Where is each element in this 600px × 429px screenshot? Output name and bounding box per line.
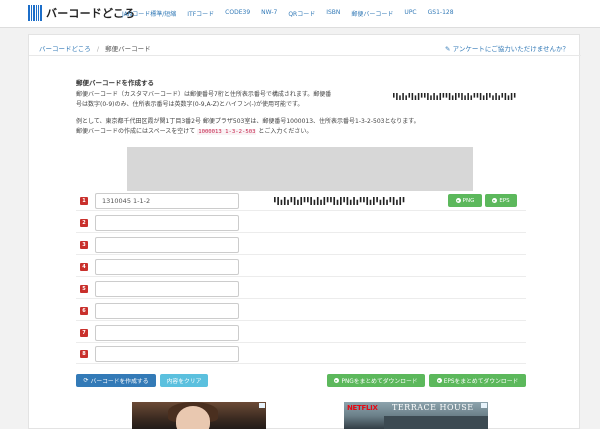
barcode-row-3: 3	[76, 237, 526, 255]
example-line-2: 郵便バーコードの作成にはスペースを空けて 1000013 1-3-2-503 と…	[76, 127, 476, 138]
section-title: 郵便バーコードを作成する	[76, 79, 154, 87]
barcode-row-8: 8	[76, 346, 526, 364]
adchoices-icon[interactable]	[259, 403, 265, 408]
row-number-badge: 6	[80, 307, 88, 315]
divider	[29, 55, 581, 56]
png-bulk-label: PNGをまとめてダウンロード	[341, 379, 418, 385]
row-number-badge: 8	[80, 350, 88, 358]
ad-banner-right[interactable]: NETFLIX TERRACE HOUSE	[344, 402, 488, 429]
nav-gs1[interactable]: GS1-128	[428, 9, 454, 18]
ad-placeholder	[127, 147, 473, 191]
nav-code39[interactable]: CODE39	[225, 9, 250, 18]
barcode-input-8[interactable]	[95, 346, 239, 362]
barcode-row-7: 7	[76, 325, 526, 343]
row-number-badge: 4	[80, 263, 88, 271]
barcode-row-5: 5	[76, 281, 526, 299]
example-line-2-pre: 郵便バーコードの作成にはスペースを空けて	[76, 127, 196, 135]
adchoices-icon[interactable]	[481, 403, 487, 408]
refresh-icon: ⟳	[83, 376, 89, 384]
ad-brand: NETFLIX	[347, 404, 378, 412]
nav-nw7[interactable]: NW-7	[261, 9, 277, 18]
clear-button[interactable]: 内容をクリア	[160, 374, 208, 387]
barcode-input-3[interactable]	[95, 237, 239, 253]
example-text: 例として、東京都千代田区霞が関1丁目3番2号 郵便プラザ503室は、郵便番号10…	[76, 117, 476, 137]
ad-title: TERRACE HOUSE	[392, 403, 474, 412]
breadcrumb-current: 郵便バーコード	[105, 45, 151, 53]
ad-image-building	[384, 416, 488, 429]
description-line-2: 号は数字(0-9)のみ、住所表示番号は英数字(0-9,A-Z)とハイフン(-)が…	[76, 100, 304, 108]
breadcrumb-home[interactable]: バーコードどころ	[39, 45, 91, 53]
nav-itf[interactable]: ITFコード	[187, 9, 214, 18]
png-bulk-download-button[interactable]: PNGをまとめてダウンロード	[327, 374, 425, 387]
nav-qr[interactable]: QRコード	[288, 9, 315, 18]
row-number-badge: 7	[80, 329, 88, 337]
generated-barcode-1	[274, 197, 405, 205]
download-icon	[334, 378, 340, 383]
site-logo[interactable]: バーコードどころ	[28, 5, 135, 21]
nav-postal[interactable]: 郵便バーコード	[351, 9, 393, 18]
download-icon	[492, 198, 498, 203]
nav-isbn[interactable]: ISBN	[326, 9, 340, 18]
barcode-row-6: 6	[76, 303, 526, 321]
nav-jan[interactable]: JANコード標準/短縮	[122, 9, 176, 18]
row-number-badge: 2	[80, 219, 88, 227]
section-description: 郵便バーコード（カスタマバーコード）は郵便番号7桁と住所表示番号で構成されます。…	[76, 90, 376, 109]
clear-button-label: 内容をクリア	[166, 379, 202, 385]
png-button-label: PNG	[462, 197, 475, 204]
barcode-input-7[interactable]	[95, 325, 239, 341]
create-button-label: バーコードを作成する	[90, 379, 149, 385]
barcode-row-2: 2	[76, 215, 526, 233]
barcode-input-1[interactable]: 1310045 1-1-2	[95, 193, 239, 209]
barcode-input-2[interactable]	[95, 215, 239, 231]
example-line-1: 例として、東京都千代田区霞が関1丁目3番2号 郵便プラザ503室は、郵便番号10…	[76, 118, 420, 125]
barcode-logo-icon	[28, 5, 42, 21]
row-number-badge: 3	[80, 241, 88, 249]
eps-bulk-label: EPSをまとめてダウンロード	[443, 379, 519, 385]
row-number-badge: 1	[80, 197, 88, 205]
breadcrumb-separator: /	[96, 45, 100, 53]
download-icon	[455, 198, 461, 203]
barcode-input-6[interactable]	[95, 303, 239, 319]
eps-button-label: EPS	[499, 197, 510, 204]
breadcrumb: バーコードどころ / 郵便バーコード	[39, 43, 151, 53]
pencil-icon: ✎	[445, 45, 451, 53]
main-card: バーコードどころ / 郵便バーコード ✎ アンケートにご協力いただけませんか？ …	[28, 34, 581, 429]
barcode-input-5[interactable]	[95, 281, 239, 297]
row-number-badge: 5	[80, 285, 88, 293]
png-download-button[interactable]: PNG	[448, 194, 482, 207]
download-icon	[436, 378, 442, 383]
ad-banner-left[interactable]	[132, 402, 266, 429]
example-code: 1000013 1-3-2-503	[197, 128, 257, 135]
description-line-1: 郵便バーコード（カスタマバーコード）は郵便番号7桁と住所表示番号で構成されます。…	[76, 91, 332, 98]
eps-download-button[interactable]: EPS	[485, 194, 517, 207]
barcode-input-4[interactable]	[95, 259, 239, 275]
sample-barcode	[393, 93, 516, 100]
eps-bulk-download-button[interactable]: EPSをまとめてダウンロード	[429, 374, 526, 387]
create-barcode-button[interactable]: ⟳ バーコードを作成する	[76, 374, 156, 387]
main-nav: JANコード標準/短縮 ITFコード CODE39 NW-7 QRコード ISB…	[122, 9, 454, 18]
ad-image-face	[176, 406, 210, 429]
survey-link-text: アンケートにご協力いただけませんか？	[452, 45, 569, 53]
nav-upc[interactable]: UPC	[404, 9, 416, 18]
example-line-2-post: とご入力ください。	[258, 127, 313, 135]
survey-link[interactable]: ✎ アンケートにご協力いただけませんか？	[445, 43, 569, 53]
barcode-row-1: 1 1310045 1-1-2 PNG EPS	[76, 193, 526, 211]
top-navbar: バーコードどころ JANコード標準/短縮 ITFコード CODE39 NW-7 …	[0, 0, 600, 28]
barcode-row-4: 4	[76, 259, 526, 277]
